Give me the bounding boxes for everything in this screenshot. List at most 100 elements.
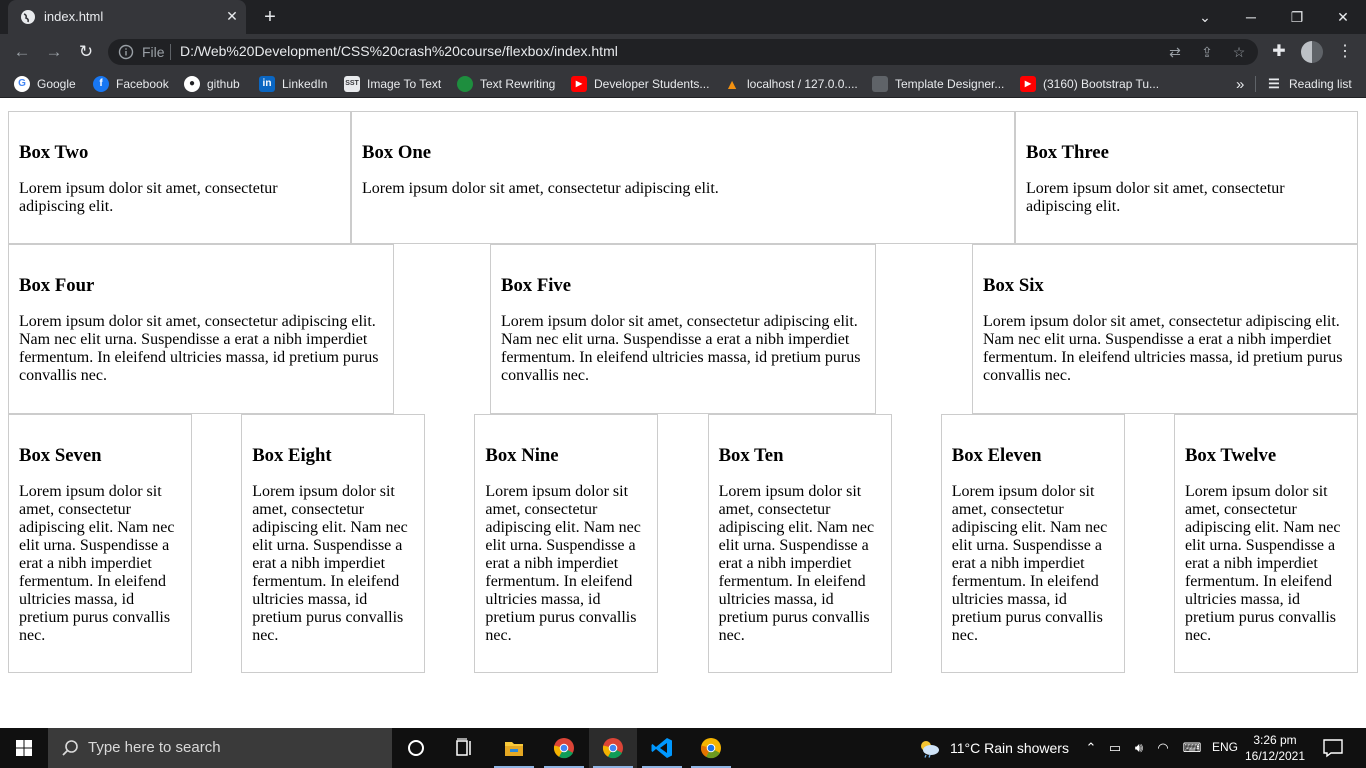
language-indicator[interactable]: ENG xyxy=(1212,740,1238,754)
box-title: Box Three xyxy=(1026,142,1109,163)
box-text: Lorem ipsum dolor sit amet, consectetur … xyxy=(951,483,1108,644)
bookmark-bootstrap[interactable]: ▶ (3160) Bootstrap Tu... xyxy=(1020,75,1159,93)
window-close-icon[interactable]: ✕ xyxy=(1332,6,1354,28)
text-rewriting-icon xyxy=(457,76,473,92)
box-title: Box Two xyxy=(19,142,89,163)
bookmark-star-icon[interactable]: ☆ xyxy=(1230,43,1248,61)
tab-strip: index.html ✕ + ⌄ ─ ❐ ✕ xyxy=(0,0,1366,34)
box-title: Box Eight xyxy=(252,445,332,466)
box-nine: Box Nine Lorem ipsum dolor sit amet, con… xyxy=(474,414,659,673)
back-icon[interactable]: ← xyxy=(12,42,32,62)
file-explorer-button[interactable] xyxy=(490,728,538,768)
tab-search-icon[interactable]: ⌄ xyxy=(1194,6,1216,28)
start-button[interactable] xyxy=(0,728,48,768)
chrome-button[interactable] xyxy=(540,728,588,768)
bookmark-text-rewriting[interactable]: Text Rewriting xyxy=(457,75,555,93)
chrome-active-button[interactable] xyxy=(589,728,637,768)
box-title: Box Five xyxy=(501,275,572,296)
box-text: Lorem ipsum dolor sit amet, consectetur … xyxy=(983,313,1343,384)
tab-close-icon[interactable]: ✕ xyxy=(224,8,240,24)
bookmark-label: Developer Students... xyxy=(594,77,710,91)
bookmarks-overflow-button[interactable]: » xyxy=(1236,75,1244,93)
chrome-icon xyxy=(553,738,574,759)
phpmyadmin-icon: ▲ xyxy=(725,76,739,92)
box-one: Box One Lorem ipsum dolor sit amet, cons… xyxy=(351,111,1015,244)
address-bar[interactable]: File D:/Web%20Development/CSS%20crash%20… xyxy=(108,39,1258,65)
url-text[interactable]: D:/Web%20Development/CSS%20crash%20cours… xyxy=(180,43,618,59)
bookmark-localhost[interactable]: ▲ localhost / 127.0.0.... xyxy=(724,75,858,93)
page-content: Box Two Lorem ipsum dolor sit amet, cons… xyxy=(0,99,1366,728)
task-view-button[interactable] xyxy=(440,728,488,768)
reload-icon[interactable]: ↻ xyxy=(76,42,96,62)
box-eleven: Box Eleven Lorem ipsum dolor sit amet, c… xyxy=(940,414,1125,673)
bookmarks-bar: G Google f Facebook ● github in LinkedIn… xyxy=(0,70,1366,98)
clock[interactable]: 3:26 pm 16/12/2021 xyxy=(1244,732,1306,764)
chevron-up-icon[interactable]: ⌃ xyxy=(1082,739,1100,757)
battery-icon[interactable]: ▭ xyxy=(1106,739,1124,757)
github-icon: ● xyxy=(184,76,200,92)
linkedin-icon: in xyxy=(259,76,275,92)
share-icon[interactable]: ⇪ xyxy=(1198,43,1216,61)
overflow-label: » xyxy=(1236,75,1245,93)
bookmark-google[interactable]: G Google xyxy=(14,75,76,93)
file-explorer-icon xyxy=(505,742,523,756)
box-text: Lorem ipsum dolor sit amet, consectetur … xyxy=(362,180,719,197)
box-text: Lorem ipsum dolor sit amet, consectetur … xyxy=(252,483,408,644)
chrome-canary-icon xyxy=(700,738,721,759)
clock-time: 3:26 pm xyxy=(1253,733,1297,747)
chrome-canary-button[interactable] xyxy=(687,728,735,768)
search-icon xyxy=(62,740,78,756)
tab-active[interactable]: index.html ✕ xyxy=(8,0,246,34)
box-text: Lorem ipsum dolor sit amet, consectetur … xyxy=(19,483,175,644)
box-five: Box Five Lorem ipsum dolor sit amet, con… xyxy=(490,244,876,414)
box-seven: Box Seven Lorem ipsum dolor sit amet, co… xyxy=(8,414,192,673)
bookmark-developer-students[interactable]: ▶ Developer Students... xyxy=(571,75,709,93)
vscode-icon xyxy=(651,738,672,758)
bookmark-linkedin[interactable]: in LinkedIn xyxy=(259,75,327,93)
flex-row-2: Box Four Lorem ipsum dolor sit amet, con… xyxy=(8,244,1358,414)
clock-date: 16/12/2021 xyxy=(1244,749,1306,763)
bookmark-facebook[interactable]: f Facebook xyxy=(93,75,169,93)
forward-icon[interactable]: → xyxy=(44,42,64,62)
bookmark-label: Template Designer... xyxy=(895,77,1005,91)
chrome-icon xyxy=(602,738,623,759)
windows-icon xyxy=(16,740,32,756)
notification-icon[interactable] xyxy=(1322,738,1344,758)
box-text: Lorem ipsum dolor sit amet, consectetur … xyxy=(501,313,861,384)
youtube-icon: ▶ xyxy=(1020,76,1036,92)
facebook-icon: f xyxy=(93,76,109,92)
volume-icon[interactable]: 🔊︎ xyxy=(1130,739,1148,757)
cortana-button[interactable] xyxy=(392,728,440,768)
keyboard-icon[interactable]: ⌨ xyxy=(1180,739,1204,757)
tab-title: index.html xyxy=(44,9,104,24)
reading-list-icon: ☰ xyxy=(1268,76,1280,91)
restore-icon[interactable]: ❐ xyxy=(1286,6,1308,28)
box-title: Box Six xyxy=(983,275,1044,296)
bookmark-image-to-text[interactable]: SST Image To Text xyxy=(344,75,441,93)
task-view-icon xyxy=(456,738,471,756)
box-two: Box Two Lorem ipsum dolor sit amet, cons… xyxy=(8,111,351,244)
globe-icon xyxy=(21,10,35,24)
bookmark-github[interactable]: ● github xyxy=(184,75,240,93)
box-text: Lorem ipsum dolor sit amet, consectetur … xyxy=(485,483,641,644)
wifi-icon[interactable]: ◠ xyxy=(1154,739,1172,757)
bookmark-template-designer[interactable]: Template Designer... xyxy=(872,75,1004,93)
box-title: Box Four xyxy=(19,275,95,296)
vscode-button[interactable] xyxy=(638,728,686,768)
bookmark-label: localhost / 127.0.0.... xyxy=(747,77,858,91)
minimize-icon[interactable]: ─ xyxy=(1240,6,1262,28)
reading-list-button[interactable]: ☰ Reading list xyxy=(1266,75,1352,93)
profile-avatar[interactable] xyxy=(1301,41,1323,63)
box-ten: Box Ten Lorem ipsum dolor sit amet, cons… xyxy=(707,414,892,673)
translate-icon[interactable]: ⇄ xyxy=(1166,43,1184,61)
flex-row-1: Box Two Lorem ipsum dolor sit amet, cons… xyxy=(8,111,1358,244)
weather-label[interactable]: 11°C Rain showers xyxy=(950,740,1069,756)
box-text: Lorem ipsum dolor sit amet, consectetur … xyxy=(1026,180,1285,215)
taskbar-search[interactable]: Type here to search xyxy=(48,728,392,768)
box-title: Box One xyxy=(362,142,432,163)
extensions-icon[interactable]: ✚ xyxy=(1268,41,1290,63)
new-tab-button[interactable]: + xyxy=(260,7,280,27)
menu-icon[interactable]: ⋮ xyxy=(1334,41,1356,63)
box-title: Box Twelve xyxy=(1184,445,1277,466)
info-icon[interactable] xyxy=(118,44,134,60)
